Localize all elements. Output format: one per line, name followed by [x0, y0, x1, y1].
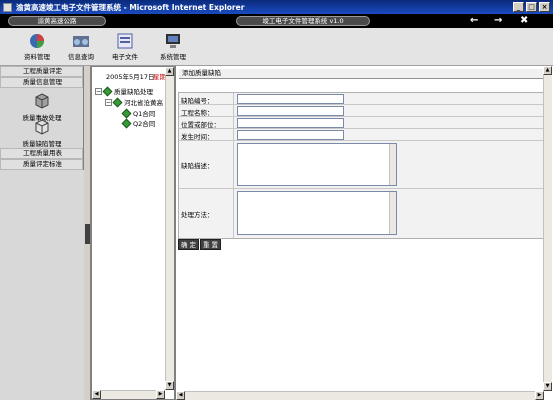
tree-leaf-q1[interactable]: Q1合同: [121, 108, 156, 118]
tree-leaf-q2[interactable]: Q2合同: [121, 118, 156, 128]
tree-vertical-scrollbar[interactable]: ▲ ▼: [165, 67, 174, 390]
tree-node-child[interactable]: − 河北省沧黄高: [105, 97, 163, 107]
field-label: 工程名称：: [181, 109, 214, 117]
toolbar-item-query[interactable]: 信息查询: [60, 33, 102, 63]
scroll-left-icon[interactable]: ◀: [176, 391, 185, 400]
sidebar-section-quality-forms[interactable]: 工程质量用表: [0, 148, 83, 159]
system-name-pill: 竣工电子文件管理系统 v1.0: [236, 16, 370, 26]
arrow-right-icon[interactable]: →: [494, 15, 502, 26]
tree-leaf-label: Q2合同: [133, 120, 156, 128]
defect-description-textarea[interactable]: [237, 143, 397, 186]
toolbar-item-efiles[interactable]: 电子文件: [104, 33, 146, 63]
toolbar-label: 信息查询: [68, 53, 94, 61]
form-row: 处理方法：: [179, 189, 545, 238]
maximize-button[interactable]: □: [526, 2, 537, 12]
form-buttons: 确 定 重 置: [178, 239, 221, 250]
main-toolbar: 资料管理 信息查询 电子文件 系统管理: [0, 28, 553, 66]
monitor-icon: [166, 34, 180, 48]
sidebar-item-defect[interactable]: 质量缺陷管理: [0, 119, 84, 148]
sidebar-item-label: 质量缺陷管理: [22, 140, 62, 148]
reset-button[interactable]: 重 置: [200, 239, 221, 250]
node-icon: [121, 108, 132, 118]
field-label: 缺陷编号：: [181, 97, 214, 105]
defect-form: 缺陷编号： 工程名称： 位置或部位： 发生时间： 缺陷描述： 处理方法：: [178, 92, 545, 239]
scroll-left-icon[interactable]: ◀: [92, 390, 101, 399]
sidebar-section-quality-assessment[interactable]: 工程质量评定: [0, 66, 83, 77]
disk-chart-icon: [30, 34, 44, 48]
tree-horizontal-scrollbar[interactable]: ◀ ▶: [92, 390, 165, 399]
project-name-pill: 渝黄高速公路: [8, 16, 106, 26]
textarea-scrollbar[interactable]: [389, 192, 396, 234]
current-date: 2005年5月17日: [106, 73, 155, 81]
toolbar-label: 资料管理: [24, 53, 50, 61]
tree-leaf-label: Q1合同: [133, 110, 156, 118]
sidebar-item-accident[interactable]: 质量事故处理: [0, 93, 84, 122]
sidebar-section-quality-standards[interactable]: 质量评定标准: [0, 159, 83, 170]
sidebar: 工程质量评定 质量信息管理 质量事故处理 质量缺陷管理 工程质量用表 质量评定标…: [0, 66, 84, 400]
toolbar-item-system[interactable]: 系统管理: [152, 33, 194, 63]
occurrence-time-input[interactable]: [237, 130, 344, 140]
box-icon: [35, 119, 49, 135]
field-label: 处理方法：: [181, 211, 214, 219]
collapse-handle[interactable]: [85, 224, 90, 244]
field-label: 缺陷描述：: [181, 162, 214, 170]
toolbar-item-records[interactable]: 资料管理: [16, 33, 58, 63]
tree-node-label: 质量缺陷处理: [114, 88, 153, 96]
form-row: 发生时间：: [179, 129, 545, 141]
close-x-icon[interactable]: ✖: [520, 15, 528, 26]
panel-splitter[interactable]: [84, 66, 91, 400]
scroll-up-icon[interactable]: ▲: [543, 66, 552, 75]
close-window-button[interactable]: ×: [539, 2, 550, 12]
collapse-toggle-icon[interactable]: −: [105, 98, 112, 106]
content-panel: 添加质量缺陷 缺陷编号： 工程名称： 位置或部位： 发生时间： 缺陷描述： 处理…: [175, 66, 553, 400]
sidebar-panel: 质量事故处理 质量缺陷管理: [0, 88, 83, 148]
scroll-right-icon[interactable]: ▶: [156, 390, 165, 399]
location-input[interactable]: [237, 118, 344, 128]
toolbar-label: 电子文件: [112, 53, 138, 61]
form-row: 工程名称：: [179, 105, 545, 117]
form-title: 添加质量缺陷: [179, 69, 544, 79]
field-label: 位置或部位：: [181, 121, 220, 129]
scroll-up-icon[interactable]: ▲: [165, 67, 174, 76]
sidebar-empty-area: [0, 170, 84, 400]
sidebar-section-quality-info[interactable]: 质量信息管理: [0, 77, 83, 88]
defect-number-input[interactable]: [237, 94, 344, 104]
content-vertical-scrollbar[interactable]: ▲ ▼: [543, 66, 552, 391]
window-title: 渝黄高速竣工电子文件管理系统 - Microsoft Internet Expl…: [16, 2, 245, 12]
arrow-left-icon[interactable]: ←: [470, 15, 478, 26]
node-icon: [121, 118, 132, 128]
node-icon: [112, 97, 123, 107]
node-icon: [102, 86, 113, 96]
tree-panel: 2005年5月17日 星期二 − 质量缺陷处理 − 河北省沧黄高 Q1合同 Q2…: [91, 66, 175, 400]
form-row: 缺陷编号：: [179, 93, 545, 105]
textarea-scrollbar[interactable]: [389, 144, 396, 185]
form-row: 缺陷描述：: [179, 141, 545, 189]
field-label: 发生时间：: [181, 133, 214, 141]
minimize-button[interactable]: _: [513, 2, 524, 12]
binoculars-icon: [73, 36, 89, 47]
project-name-input[interactable]: [237, 106, 344, 116]
scroll-right-icon[interactable]: ▶: [535, 391, 544, 400]
ie-icon: [3, 2, 12, 12]
tree-node-root[interactable]: − 质量缺陷处理: [95, 86, 153, 96]
confirm-button[interactable]: 确 定: [178, 239, 199, 250]
form-row: 位置或部位：: [179, 117, 545, 129]
treatment-method-textarea[interactable]: [237, 191, 397, 235]
document-icon: [117, 33, 133, 49]
content-horizontal-scrollbar[interactable]: ◀ ▶: [176, 391, 544, 400]
collapse-toggle-icon[interactable]: −: [95, 87, 102, 95]
scroll-down-icon[interactable]: ▼: [165, 381, 174, 390]
window-titlebar: 渝黄高速竣工电子文件管理系统 - Microsoft Internet Expl…: [0, 0, 553, 14]
header-bar: 渝黄高速公路 竣工电子文件管理系统 v1.0 ← → ✖: [0, 14, 553, 28]
box-icon: [35, 93, 49, 109]
toolbar-label: 系统管理: [160, 53, 186, 61]
tree-node-label: 河北省沧黄高: [124, 99, 163, 107]
scroll-down-icon[interactable]: ▼: [543, 382, 552, 391]
